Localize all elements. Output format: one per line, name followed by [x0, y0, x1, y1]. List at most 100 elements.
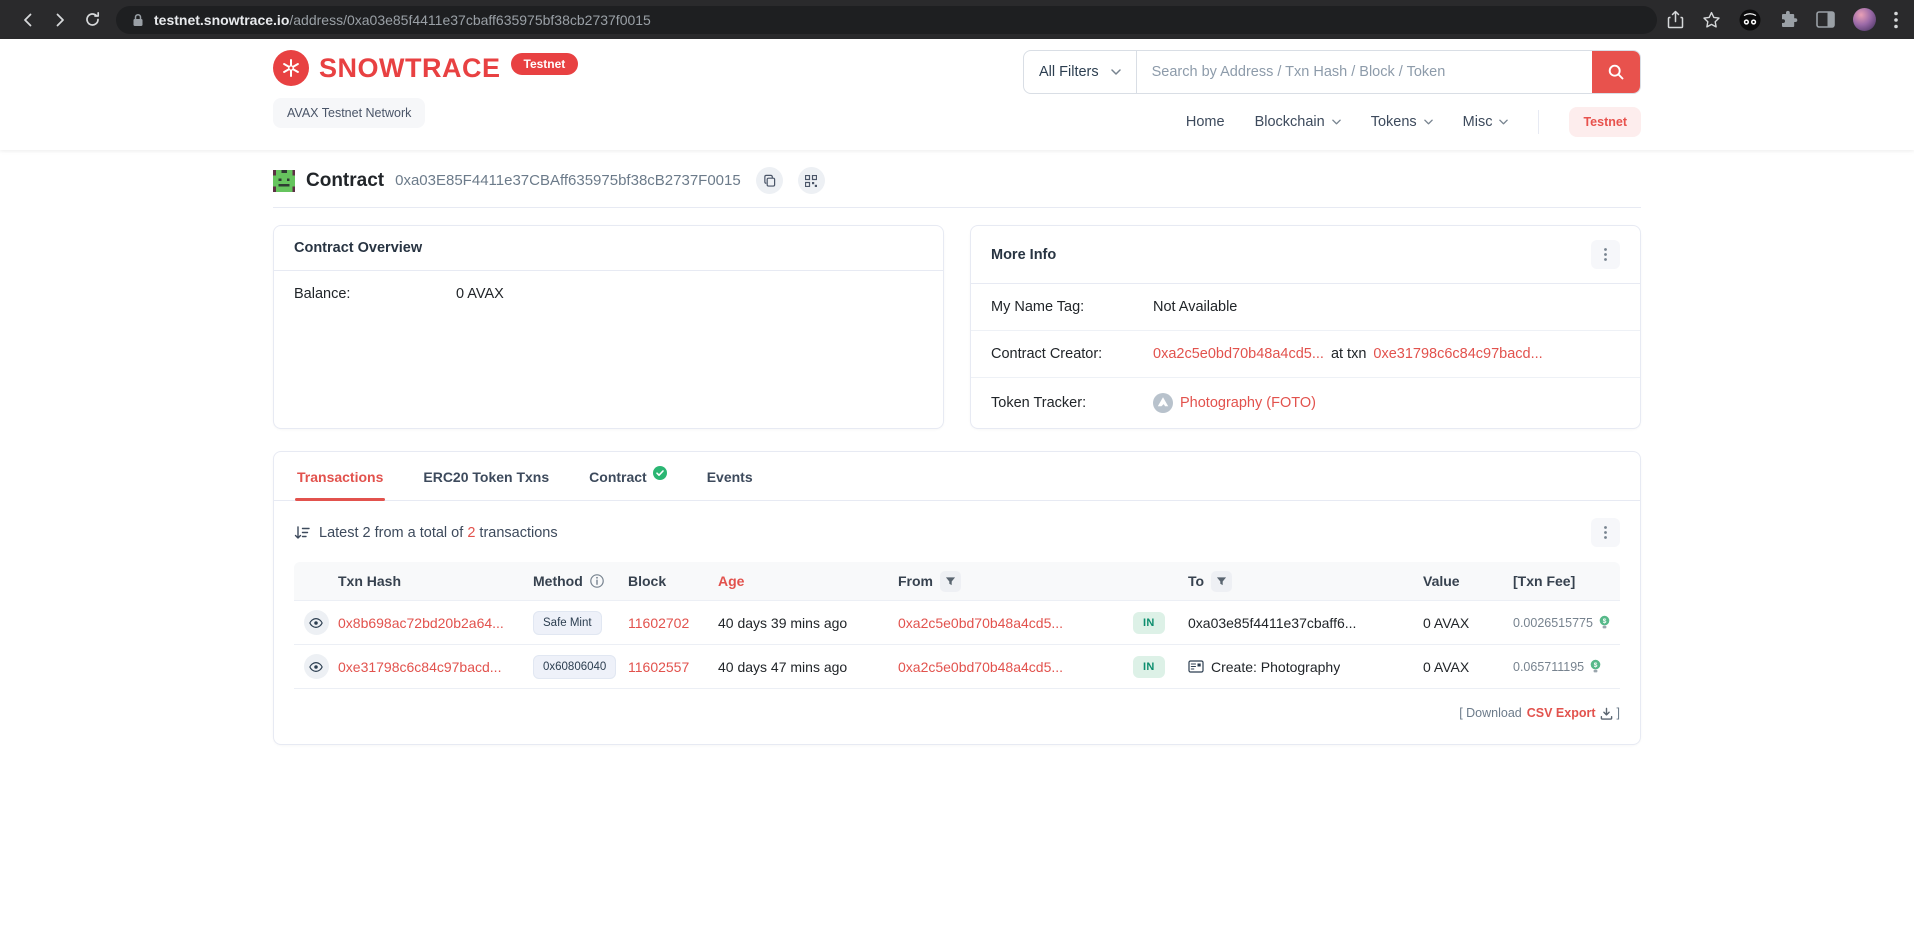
- from-address-link[interactable]: 0xa2c5e0bd70b48a4cd5...: [898, 659, 1063, 675]
- creator-address-link[interactable]: 0xa2c5e0bd70b48a4cd5...: [1153, 346, 1324, 362]
- funnel-icon: [1216, 576, 1227, 587]
- nav-misc[interactable]: Misc: [1463, 114, 1509, 130]
- txn-age: 40 days 47 mins ago: [718, 659, 847, 675]
- forward-icon: [51, 11, 69, 29]
- search-icon: [1608, 64, 1624, 80]
- contract-creator-label: Contract Creator:: [991, 346, 1153, 362]
- nav-blockchain[interactable]: Blockchain: [1255, 114, 1341, 130]
- to-address: Create: Photography: [1211, 659, 1340, 675]
- forward-button[interactable]: [44, 5, 76, 35]
- browser-menu-icon[interactable]: [1894, 11, 1898, 29]
- balance-value: 0 AVAX: [456, 286, 504, 302]
- col-value: Value: [1423, 573, 1513, 589]
- csv-export-row: [ Download CSV Export ]: [294, 706, 1620, 720]
- token-tracker-link[interactable]: Photography (FOTO): [1180, 395, 1316, 411]
- csv-export-link[interactable]: CSV Export: [1527, 706, 1596, 720]
- col-method: Method: [533, 573, 583, 589]
- kebab-menu-icon: [1604, 248, 1607, 261]
- back-button[interactable]: [12, 5, 44, 35]
- txn-fee: 0.065711195: [1513, 660, 1584, 674]
- brand-name: SNOWTRACE: [319, 50, 501, 86]
- download-prefix: [ Download: [1459, 706, 1522, 720]
- txn-hash-link[interactable]: 0x8b698ac72bd20b2a64...: [338, 615, 504, 631]
- txn-preview-button[interactable]: [304, 654, 329, 679]
- col-to: To: [1188, 573, 1204, 589]
- sidebar-panel-icon[interactable]: [1816, 11, 1835, 28]
- tab-events[interactable]: Events: [705, 452, 755, 500]
- col-block: Block: [628, 573, 718, 589]
- page-title: Contract: [306, 170, 384, 192]
- eye-icon: [309, 617, 323, 629]
- brand-testnet-badge: Testnet: [511, 53, 579, 75]
- block-link[interactable]: 11602557: [628, 659, 689, 675]
- transactions-table: Txn Hash Method Block Age From To Value …: [294, 562, 1620, 689]
- txns-menu-button[interactable]: [1591, 518, 1620, 547]
- tab-erc20-token-txns[interactable]: ERC20 Token Txns: [421, 452, 551, 500]
- token-logo-icon: [1153, 393, 1173, 413]
- share-icon[interactable]: [1667, 10, 1684, 29]
- tab-contract[interactable]: Contract: [587, 452, 669, 500]
- search-button[interactable]: [1592, 51, 1640, 93]
- search-input[interactable]: [1137, 51, 1592, 93]
- table-header-row: Txn Hash Method Block Age From To Value …: [294, 562, 1620, 600]
- more-info-menu-button[interactable]: [1591, 240, 1620, 269]
- eye-icon: [309, 661, 323, 673]
- token-tracker-row: Token Tracker: Photography (FOTO): [971, 377, 1640, 428]
- col-txn-hash: Txn Hash: [338, 573, 533, 589]
- name-tag-row: My Name Tag: Not Available: [971, 284, 1640, 330]
- block-link[interactable]: 11602702: [628, 615, 689, 631]
- info-icon[interactable]: [590, 574, 604, 588]
- to-address: 0xa03e85f4411e37cbaff6...: [1188, 615, 1356, 631]
- contract-overview-card: Contract Overview Balance: 0 AVAX: [273, 225, 944, 429]
- verified-check-icon: [653, 466, 667, 480]
- to-filter-button[interactable]: [1211, 571, 1232, 592]
- nav-home[interactable]: Home: [1186, 114, 1225, 130]
- download-icon: [1600, 707, 1613, 720]
- txn-hash-link[interactable]: 0xe31798c6c84c97bacd...: [338, 659, 501, 675]
- browser-profile-avatar[interactable]: [1853, 8, 1876, 31]
- contract-creation-icon: [1188, 660, 1204, 673]
- extensions-puzzle-icon[interactable]: [1779, 10, 1798, 29]
- search-filter-dropdown[interactable]: All Filters: [1024, 51, 1137, 93]
- reload-button[interactable]: [76, 5, 108, 35]
- copy-address-button[interactable]: [756, 167, 783, 194]
- nav-tokens[interactable]: Tokens: [1371, 114, 1433, 130]
- nav-divider: [1538, 110, 1539, 134]
- page-title-section: Contract 0xa03E85F4411e37CBAff635975bf38…: [273, 150, 1641, 208]
- svg-text:$: $: [1594, 662, 1598, 669]
- creator-txn-link[interactable]: 0xe31798c6c84c97bacd...: [1373, 346, 1542, 362]
- bookmark-star-icon[interactable]: [1702, 11, 1721, 29]
- balance-label: Balance:: [294, 286, 456, 302]
- download-suffix: ]: [1617, 706, 1620, 720]
- url-bar[interactable]: testnet.snowtrace.io/address/0xa03e85f44…: [116, 6, 1657, 34]
- back-icon: [19, 11, 37, 29]
- direction-badge: IN: [1133, 656, 1165, 678]
- from-address-link[interactable]: 0xa2c5e0bd70b48a4cd5...: [898, 615, 1063, 631]
- txn-age: 40 days 39 mins ago: [718, 615, 847, 631]
- url-text: testnet.snowtrace.io/address/0xa03e85f44…: [154, 12, 651, 28]
- funnel-icon: [945, 576, 956, 587]
- table-row: 0xe31798c6c84c97bacd... 0x60806040 11602…: [294, 644, 1620, 688]
- url-host: testnet.snowtrace.io: [154, 12, 289, 28]
- col-age-toggle[interactable]: Age: [718, 573, 744, 589]
- txn-value: 0 AVAX: [1423, 615, 1513, 631]
- gas-bulb-icon: $: [1589, 659, 1602, 674]
- kebab-menu-icon: [1604, 526, 1607, 539]
- qrcode-button[interactable]: [798, 167, 825, 194]
- owl-extension-icon[interactable]: [1739, 9, 1761, 31]
- brand[interactable]: SNOWTRACE Testnet: [273, 50, 578, 86]
- table-row: 0x8b698ac72bd20b2a64... Safe Mint 116027…: [294, 600, 1620, 644]
- tab-transactions[interactable]: Transactions: [295, 452, 385, 500]
- contract-creator-value: 0xa2c5e0bd70b48a4cd5... at txn 0xe31798c…: [1153, 346, 1543, 362]
- more-info-card: More Info My Name Tag: Not Available Con…: [970, 225, 1641, 429]
- from-filter-button[interactable]: [940, 571, 961, 592]
- txn-fee: 0.0026515775: [1513, 616, 1593, 630]
- at-txn-text: at txn: [1331, 346, 1366, 362]
- chevron-down-icon: [1111, 69, 1121, 75]
- svg-text:$: $: [1603, 618, 1607, 625]
- testnet-network-button[interactable]: Testnet: [1569, 107, 1641, 137]
- site-header: SNOWTRACE Testnet AVAX Testnet Network A…: [0, 39, 1914, 150]
- contract-identicon: [273, 170, 295, 192]
- sort-icon: [294, 526, 310, 540]
- txn-preview-button[interactable]: [304, 610, 329, 635]
